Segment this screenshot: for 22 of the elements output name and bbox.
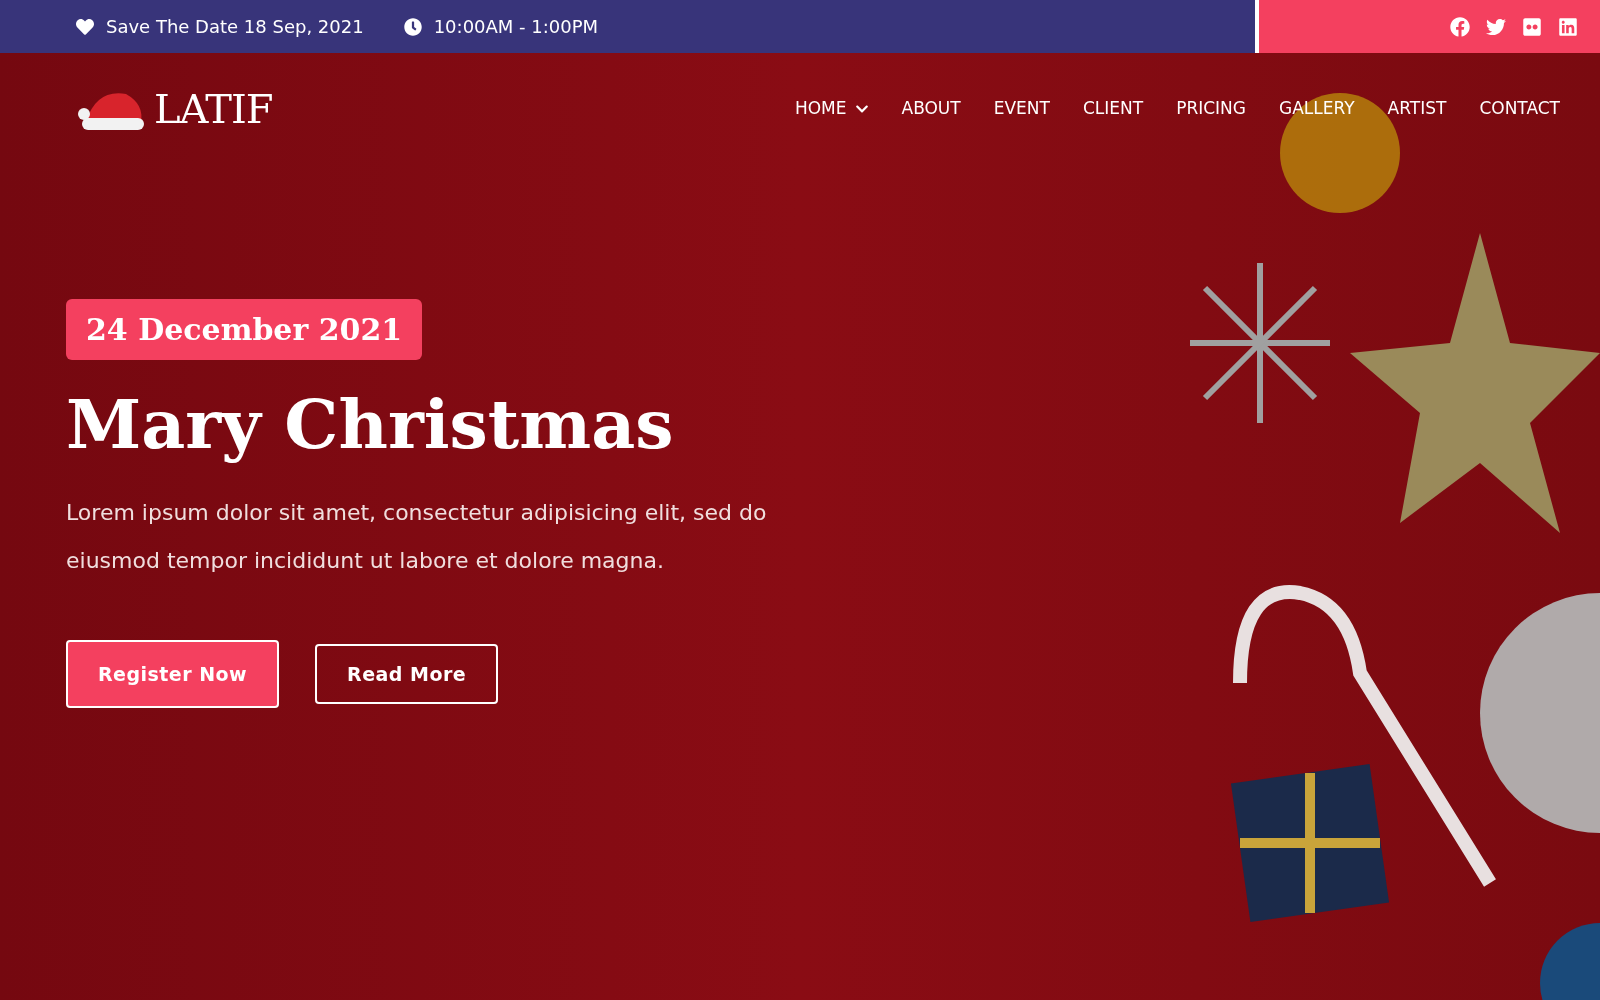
nav-link[interactable]: CLIENT (1082, 96, 1144, 122)
logo-text: LATIF (154, 85, 273, 134)
nav-link[interactable]: CONTACT (1479, 96, 1560, 122)
event-date: Save The Date 18 Sep, 2021 (106, 15, 364, 39)
nav-link[interactable]: GALLERY (1279, 96, 1355, 122)
nav-link[interactable]: PRICING (1176, 96, 1246, 122)
date-badge: 24 December 2021 (66, 299, 423, 360)
nav-link[interactable]: ARTIST (1387, 96, 1447, 122)
register-button[interactable]: Register Now (66, 640, 280, 708)
flickr-icon[interactable] (1522, 16, 1542, 37)
linkedin-icon[interactable] (1558, 16, 1578, 37)
hero-text: Lorem ipsum dolor sit amet, consectetur adipisicing elit, sed do eiusmod tempor incididunt ut labore et dolore magna. (66, 499, 768, 575)
hero-title: Mary Christmas (66, 383, 674, 466)
read-more-button[interactable]: Read More (315, 644, 499, 704)
nav-link[interactable]: EVENT (993, 96, 1050, 122)
nav-link[interactable]: ABOUT (901, 96, 961, 122)
nav-link[interactable]: HOME (794, 96, 869, 122)
heart-icon (76, 17, 94, 36)
twitter-icon[interactable] (1486, 16, 1506, 37)
clock-icon (403, 17, 422, 36)
facebook-icon[interactable] (1450, 16, 1470, 37)
event-time: 10:00AM - 1:00PM (433, 15, 599, 39)
